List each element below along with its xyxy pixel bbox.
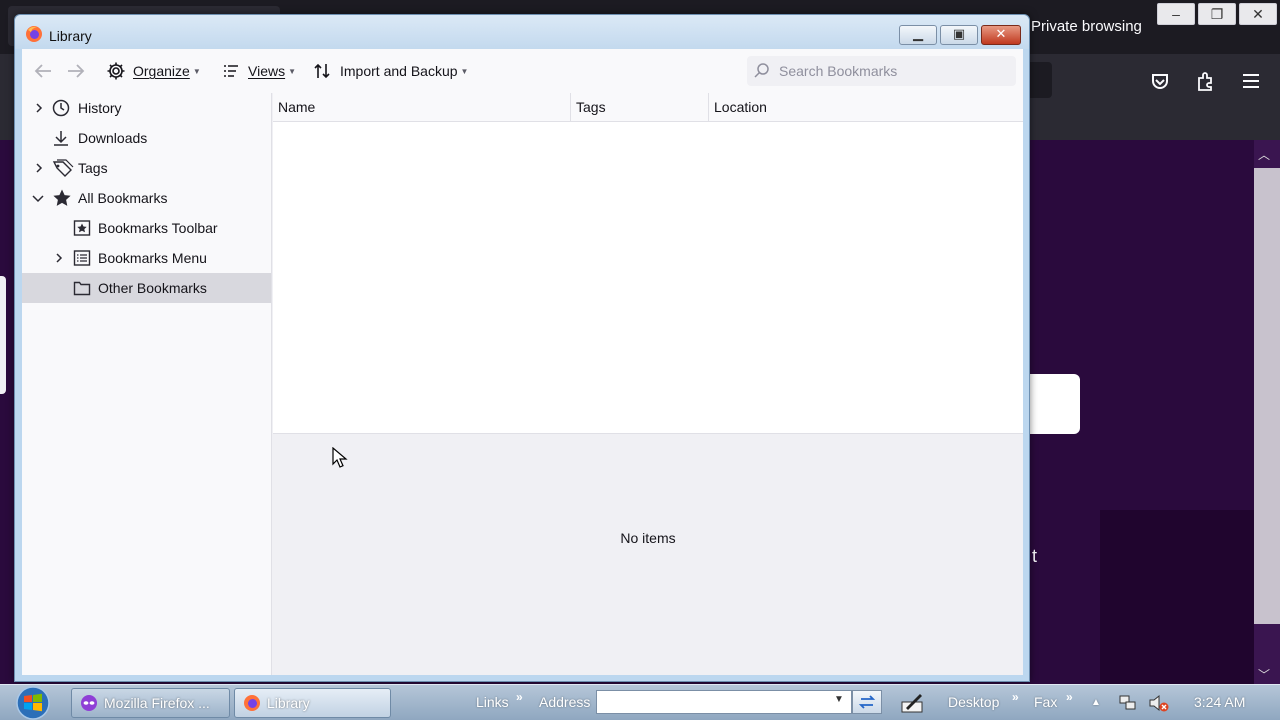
show-hidden-icons-icon[interactable]: ▲ [1091,697,1101,708]
background-page-panel [1100,510,1254,684]
bookmarks-menu-icon [73,250,91,266]
desktop-toolbar-label[interactable]: Desktop [948,694,999,710]
library-title-bar[interactable]: Library ▁ ▣ ✕ [15,15,1029,49]
column-header-tags[interactable]: Tags [571,93,709,122]
sidebar-item-bookmarks-menu[interactable]: Bookmarks Menu [22,243,271,273]
task-button-firefox[interactable]: Mozilla Firefox ... [71,688,230,718]
import-backup-button[interactable]: Import and Backup ▼ [313,57,468,85]
firefox-private-icon [81,695,97,711]
extensions-icon[interactable] [1195,70,1217,92]
import-backup-label: Import and Backup [340,63,458,79]
fax-toolbar-label[interactable]: Fax [1034,694,1057,710]
background-scrollbar-thumb[interactable] [1254,168,1280,624]
search-placeholder: Search Bookmarks [779,63,898,79]
task-button-label: Library [267,695,310,711]
sidebar-item-label: Bookmarks Toolbar [98,220,218,236]
mouse-cursor-icon [332,447,348,468]
sidebar-item-label: Other Bookmarks [98,280,207,296]
taskbar: Mozilla Firefox ... Library Links » Addr… [0,684,1280,720]
search-bookmarks-field[interactable]: Search Bookmarks [747,56,1016,86]
library-window: Library ▁ ▣ ✕ Organize ▼ Views ▼ Import … [14,14,1030,682]
chevron-right-icon[interactable] [52,251,66,265]
chevron-down-icon: ▼ [460,66,469,76]
column-header-location[interactable]: Location [709,93,1023,122]
background-edge-panel [0,276,6,394]
views-label: Views [248,63,286,79]
sidebar-item-bookmarks-toolbar[interactable]: Bookmarks Toolbar [22,213,271,243]
close-button[interactable]: ✕ [981,25,1021,45]
background-search-box[interactable] [1030,374,1080,434]
sidebar-item-label: History [78,100,122,116]
library-toolbar: Organize ▼ Views ▼ Import and Backup ▼ S… [22,49,1023,93]
double-chevron-icon[interactable]: » [1012,690,1019,704]
bg-minimize-button[interactable]: – [1157,3,1195,25]
go-arrows-icon [858,695,876,709]
forward-arrow-icon[interactable] [65,61,87,81]
private-browsing-label: Private browsing [1031,18,1142,35]
views-button[interactable]: Views ▼ [222,57,296,85]
library-client-area: Organize ▼ Views ▼ Import and Backup ▼ S… [22,49,1023,675]
sidebar-item-label: Tags [78,160,108,176]
network-icon[interactable] [1118,693,1138,713]
bg-restore-button[interactable]: ❐ [1198,3,1236,25]
maximize-button[interactable]: ▣ [940,25,978,45]
sidebar-item-downloads[interactable]: Downloads [22,123,271,153]
volume-muted-icon[interactable] [1148,693,1170,713]
chevron-right-icon[interactable] [32,161,46,175]
bookmarks-toolbar-icon [73,220,91,236]
firefox-icon [244,695,260,711]
sidebar-item-label: All Bookmarks [78,190,168,206]
download-icon [54,131,68,146]
address-input[interactable] [596,690,852,714]
pocket-icon[interactable] [1149,70,1171,92]
task-button-library[interactable]: Library [234,688,391,718]
minimize-button[interactable]: ▁ [899,25,937,45]
chevron-down-icon[interactable] [31,191,45,205]
bookmarks-list[interactable] [273,122,1023,434]
star-icon [53,189,71,206]
list-view-icon [224,65,238,77]
organize-button[interactable]: Organize ▼ [106,57,201,85]
clock[interactable]: 3:24 AM [1194,694,1245,710]
links-toolbar-label[interactable]: Links [476,694,509,710]
start-button-icon[interactable] [12,686,54,720]
background-page-text: t [1032,546,1038,566]
address-toolbar-label: Address [539,694,591,710]
column-header-name[interactable]: Name [273,93,571,122]
import-export-icon [314,63,330,79]
scroll-down-icon[interactable]: ﹀ [1258,666,1270,683]
back-arrow-icon[interactable] [32,61,54,81]
dropdown-arrow-icon[interactable]: ▼ [834,694,844,705]
clock-icon [52,99,70,117]
double-chevron-icon[interactable]: » [516,690,523,704]
sidebar-item-label: Bookmarks Menu [98,250,207,266]
gear-icon [107,62,125,80]
chevron-down-icon: ▼ [288,66,297,76]
tablet-input-icon[interactable] [900,690,926,716]
chevron-down-icon: ▼ [192,66,201,76]
sidebar-item-tags[interactable]: Tags [22,153,271,183]
task-button-label: Mozilla Firefox ... [104,695,210,711]
sidebar-item-history[interactable]: History [22,93,271,123]
details-pane: No items [273,434,1023,675]
bookmarks-content-pane: Name Tags Location No items [273,93,1023,675]
organize-label: Organize [133,63,190,79]
hamburger-menu-icon[interactable] [1240,70,1262,92]
sidebar-item-all-bookmarks[interactable]: All Bookmarks [22,183,271,213]
bg-close-button[interactable]: ✕ [1239,3,1277,25]
search-icon [754,63,769,78]
address-go-button[interactable] [852,690,882,714]
firefox-icon [26,26,42,42]
scroll-up-icon[interactable]: ︿ [1258,146,1270,163]
no-items-text: No items [620,530,676,546]
double-chevron-icon[interactable]: » [1066,690,1073,704]
sidebar-item-label: Downloads [78,130,148,146]
window-title: Library [49,28,92,44]
places-sidebar: History Downloads Tags All Bookmarks Boo… [22,93,272,675]
folder-icon [73,281,91,296]
sidebar-item-other-bookmarks[interactable]: Other Bookmarks [22,273,271,303]
tag-icon [52,159,74,177]
column-header-row: Name Tags Location [273,93,1023,122]
chevron-right-icon[interactable] [32,101,46,115]
